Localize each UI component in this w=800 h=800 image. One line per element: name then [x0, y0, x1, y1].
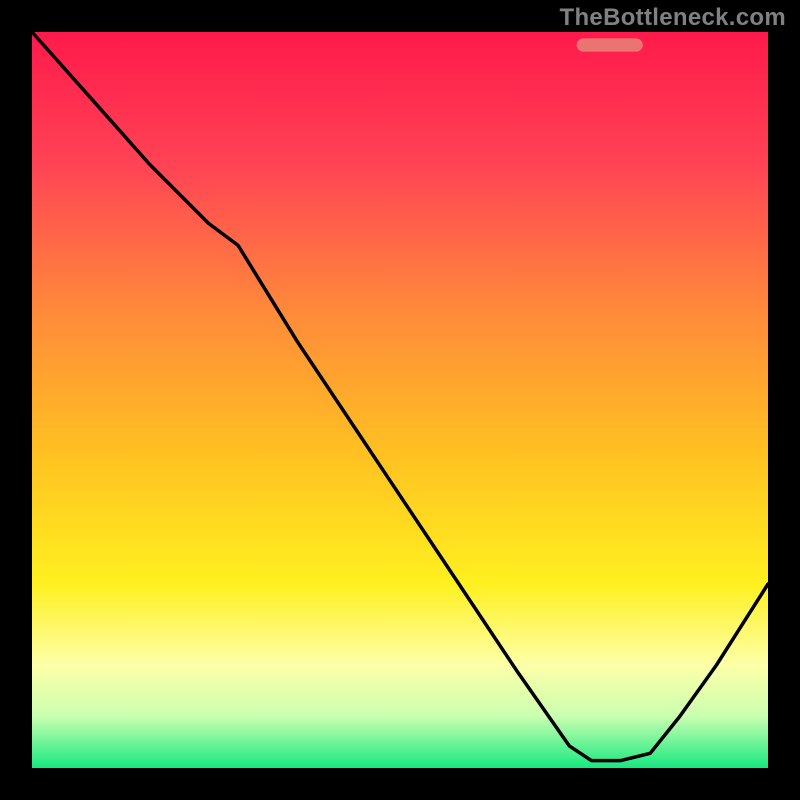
gradient-background: [32, 32, 768, 768]
chart-container: TheBottleneck.com: [0, 0, 800, 800]
minimum-marker: [577, 38, 643, 51]
bottleneck-chart: [0, 0, 800, 800]
watermark-text: TheBottleneck.com: [560, 4, 786, 32]
